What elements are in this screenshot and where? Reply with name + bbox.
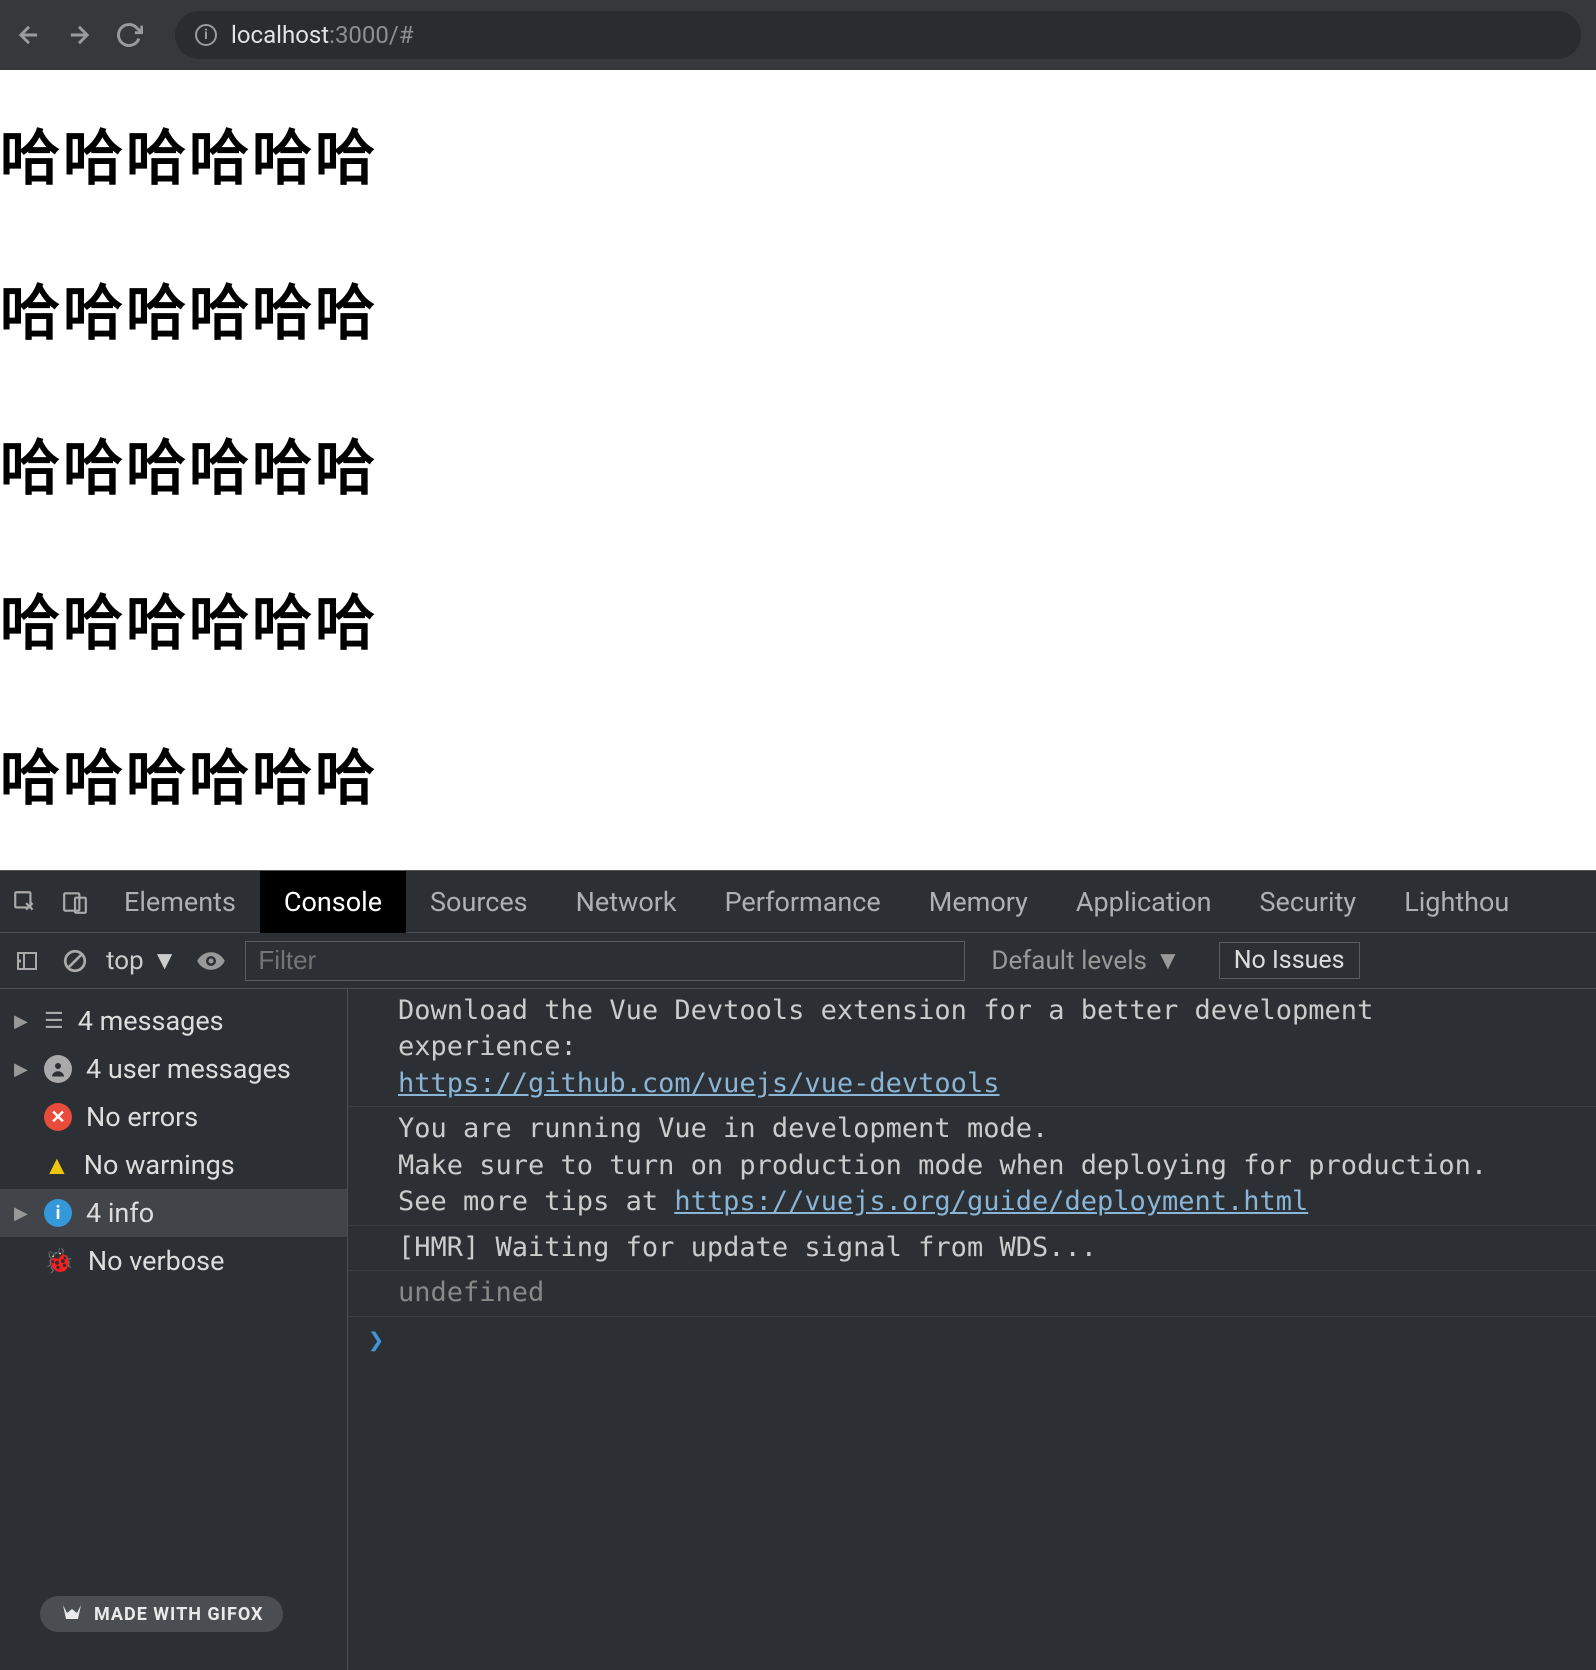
site-info-icon[interactable]: i xyxy=(195,24,217,46)
tab-security[interactable]: Security xyxy=(1235,871,1380,933)
chevron-right-icon: ▶ xyxy=(14,1011,30,1032)
sidebar-errors[interactable]: ✕ No errors xyxy=(0,1093,347,1141)
user-icon xyxy=(44,1055,72,1083)
sidebar-user-messages[interactable]: ▶ 4 user messages xyxy=(0,1045,347,1093)
console-link[interactable]: https://vuejs.org/guide/deployment.html xyxy=(674,1186,1308,1217)
content-row: 哈哈哈哈哈哈 xyxy=(0,575,1596,662)
device-toggle-icon[interactable] xyxy=(50,872,100,932)
console-prompt[interactable]: ❯ xyxy=(348,1317,1596,1364)
error-icon: ✕ xyxy=(44,1103,72,1131)
console-filter-input[interactable] xyxy=(245,941,965,981)
tab-sources[interactable]: Sources xyxy=(406,871,552,933)
content-row: 哈哈哈哈哈哈 xyxy=(0,420,1596,507)
chevron-down-icon: ▼ xyxy=(152,945,178,976)
url-bar[interactable]: i localhost:3000/# xyxy=(175,11,1581,59)
page-viewport: 哈哈哈哈哈哈 哈哈哈哈哈哈 哈哈哈哈哈哈 哈哈哈哈哈哈 哈哈哈哈哈哈 点击下载 xyxy=(0,70,1596,870)
live-expression-icon[interactable] xyxy=(191,946,231,976)
tab-memory[interactable]: Memory xyxy=(905,871,1052,933)
sidebar-verbose[interactable]: 🐞 No verbose xyxy=(0,1237,347,1285)
back-button[interactable] xyxy=(15,21,43,49)
clear-console-icon[interactable] xyxy=(58,948,92,974)
issues-button[interactable]: No Issues xyxy=(1219,942,1360,979)
chevron-down-icon: ▼ xyxy=(1155,945,1181,976)
bug-icon: 🐞 xyxy=(44,1247,74,1275)
console-line: Download the Vue Devtools extension for … xyxy=(348,989,1596,1107)
info-icon: i xyxy=(44,1199,72,1227)
tab-performance[interactable]: Performance xyxy=(701,871,905,933)
sidebar-warnings[interactable]: ▲ No warnings xyxy=(0,1141,347,1189)
reload-button[interactable] xyxy=(115,21,143,49)
console-line: [HMR] Waiting for update signal from WDS… xyxy=(348,1226,1596,1271)
devtools-panel: Elements Console Sources Network Perform… xyxy=(0,870,1596,1670)
content-row: 哈哈哈哈哈哈 xyxy=(0,265,1596,352)
context-selector[interactable]: top▼ xyxy=(106,945,177,976)
browser-toolbar: i localhost:3000/# xyxy=(0,0,1596,70)
tab-elements[interactable]: Elements xyxy=(100,871,260,933)
warning-icon: ▲ xyxy=(44,1150,70,1181)
fox-icon xyxy=(60,1602,84,1626)
gifox-badge: MADE WITH GIFOX xyxy=(40,1596,283,1632)
tab-lighthouse[interactable]: Lighthou xyxy=(1380,871,1533,933)
tab-application[interactable]: Application xyxy=(1052,871,1236,933)
devtools-tab-bar: Elements Console Sources Network Perform… xyxy=(0,871,1596,933)
inspect-element-icon[interactable] xyxy=(0,872,50,932)
list-icon: ☰ xyxy=(44,1009,64,1034)
console-output: Download the Vue Devtools extension for … xyxy=(348,989,1596,1670)
sidebar-info[interactable]: ▶ i 4 info xyxy=(0,1189,347,1237)
url-text: localhost:3000/# xyxy=(231,21,414,49)
console-link[interactable]: https://github.com/vuejs/vue-devtools xyxy=(398,1068,999,1099)
tab-console[interactable]: Console xyxy=(260,871,406,933)
content-row: 哈哈哈哈哈哈 xyxy=(0,110,1596,197)
log-levels-selector[interactable]: Default levels▼ xyxy=(991,945,1180,976)
console-line: You are running Vue in development mode.… xyxy=(348,1107,1596,1225)
content-row: 哈哈哈哈哈哈 xyxy=(0,730,1596,817)
chevron-right-icon: ▶ xyxy=(14,1203,30,1224)
forward-button[interactable] xyxy=(65,21,93,49)
chevron-right-icon: ▶ xyxy=(14,1059,30,1080)
tab-network[interactable]: Network xyxy=(552,871,701,933)
console-sidebar: ▶ ☰ 4 messages ▶ 4 user messages ✕ No er… xyxy=(0,989,348,1670)
console-line: undefined xyxy=(348,1271,1596,1316)
console-toolbar: top▼ Default levels▼ No Issues xyxy=(0,933,1596,989)
sidebar-messages[interactable]: ▶ ☰ 4 messages xyxy=(0,997,347,1045)
toggle-sidebar-icon[interactable] xyxy=(10,949,44,973)
